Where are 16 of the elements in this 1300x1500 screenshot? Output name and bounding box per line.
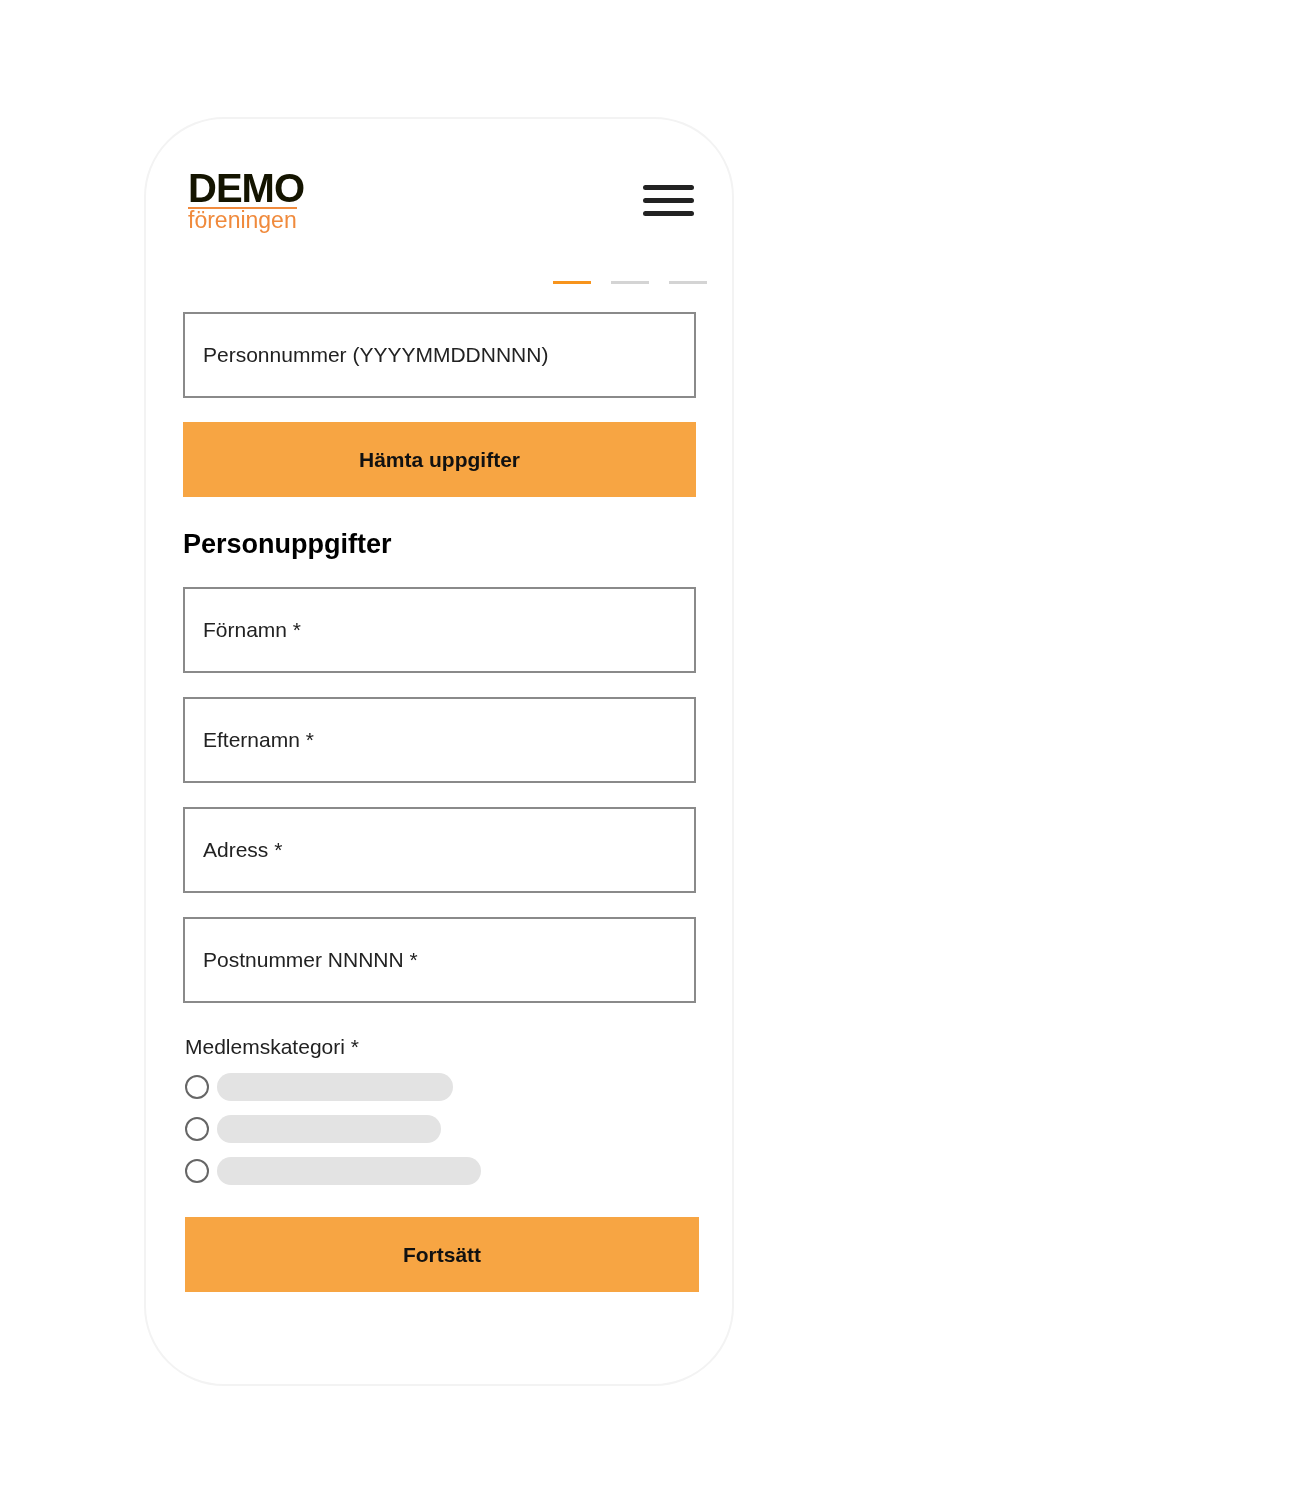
fetch-button[interactable]: Hämta uppgifter: [183, 422, 696, 497]
text-field[interactable]: Adress *: [183, 807, 696, 893]
logo-subtitle: föreningen: [188, 207, 297, 231]
radio-button[interactable]: [185, 1075, 209, 1099]
menu-icon: [643, 185, 694, 216]
category-label: Medlemskategori *: [185, 1034, 360, 1060]
section-title: Personuppgifter: [183, 528, 393, 561]
logo-title: DEMO: [188, 169, 304, 207]
radio-button[interactable]: [185, 1117, 209, 1141]
text-field[interactable]: Efternamn *: [183, 697, 696, 783]
text-field[interactable]: Postnummer NNNNN *: [183, 917, 696, 1003]
radio-button[interactable]: [185, 1159, 209, 1183]
personnummer-field[interactable]: Personnummer (YYYYMMDDNNNN): [183, 312, 696, 398]
text-field[interactable]: Förnamn *: [183, 587, 696, 673]
menu-button[interactable]: [643, 185, 694, 216]
continue-button[interactable]: Fortsätt: [185, 1217, 699, 1292]
